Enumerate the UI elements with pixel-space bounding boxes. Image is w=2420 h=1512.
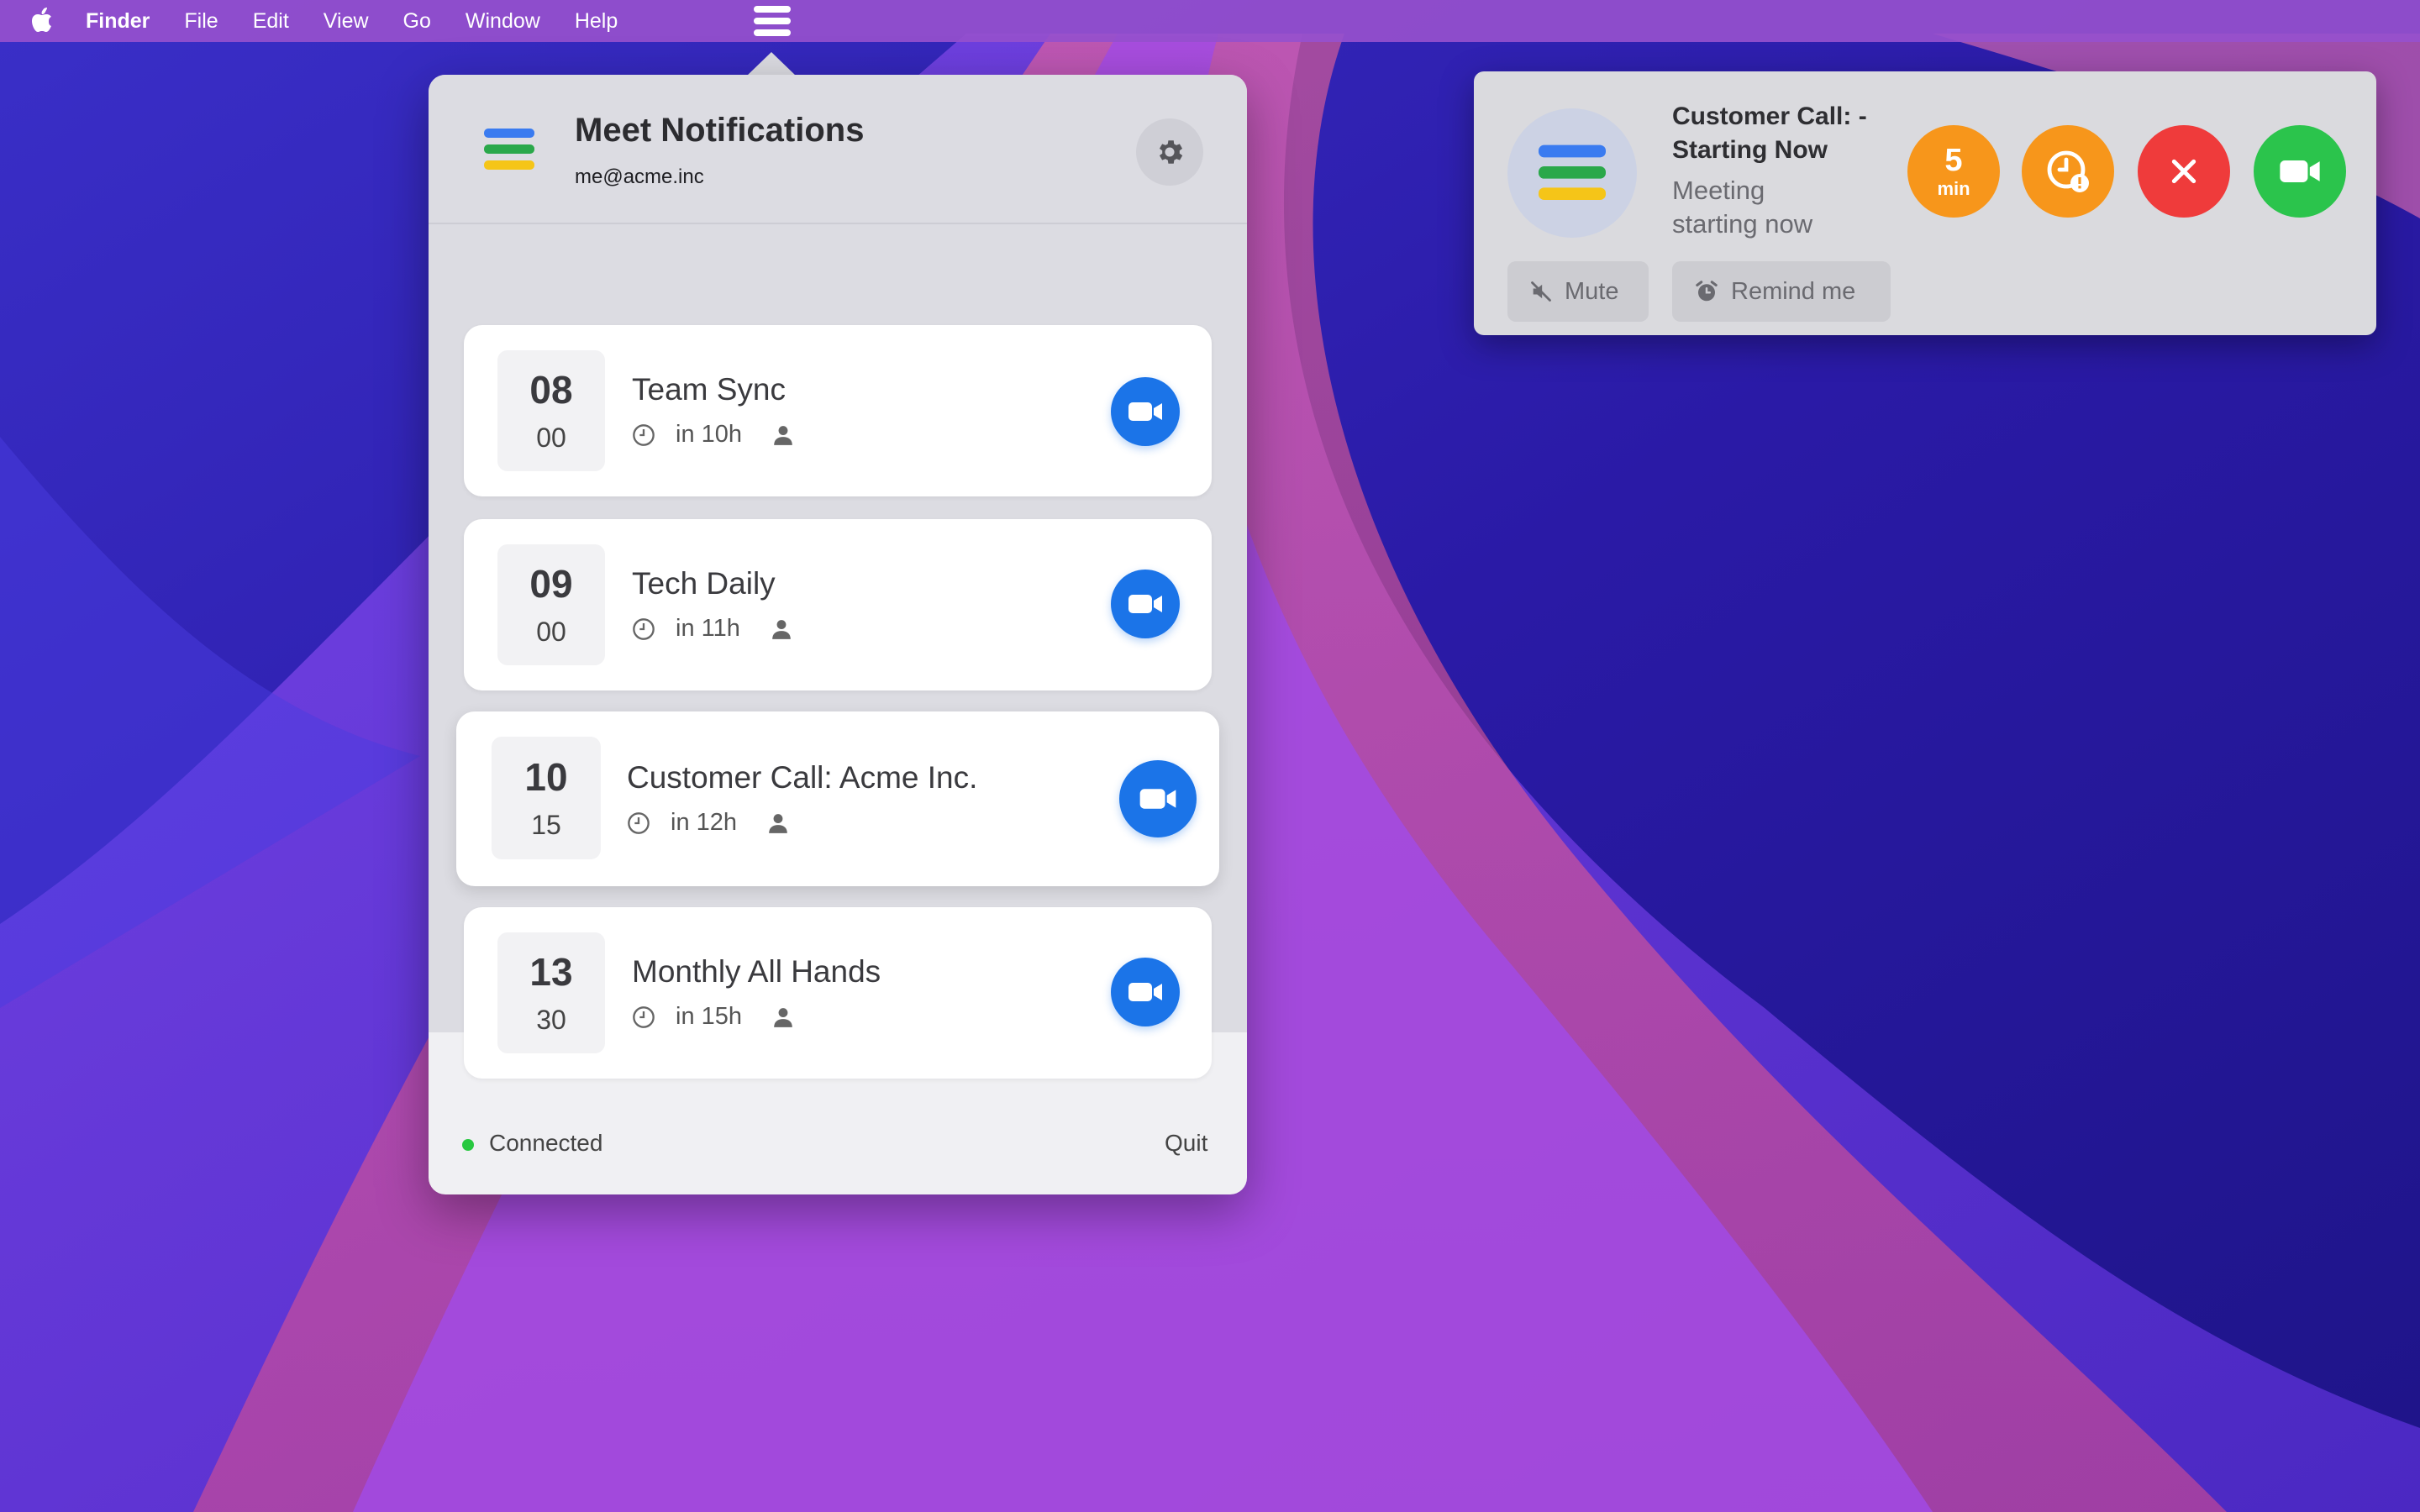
menu-window[interactable]: Window	[466, 9, 540, 34]
app-title: Meet Notifications	[575, 112, 865, 149]
video-camera-icon	[1128, 595, 1162, 613]
meeting-time-box: 09 00	[497, 544, 605, 665]
snooze-until-start-button[interactable]	[2022, 125, 2114, 218]
meeting-card-team-sync[interactable]: 08 00 Team Sync in 10h	[464, 325, 1212, 496]
close-icon	[2171, 159, 2196, 184]
settings-button[interactable]	[1136, 118, 1203, 186]
tray-hamburger-icon[interactable]	[750, 3, 794, 39]
person-icon	[769, 813, 787, 833]
app-logo-icon	[1539, 144, 1606, 200]
menu-app-name[interactable]: Finder	[86, 9, 150, 34]
snooze-unit: min	[1937, 178, 1970, 199]
meeting-meta: in 10h	[632, 421, 794, 449]
meeting-time-box: 10 15	[492, 737, 601, 859]
person-icon	[772, 619, 791, 639]
join-meeting-button[interactable]	[2254, 125, 2346, 218]
join-video-button[interactable]	[1111, 377, 1180, 446]
meeting-hour: 08	[529, 368, 573, 412]
join-video-button[interactable]	[1119, 760, 1197, 837]
connection-status-dot	[462, 1139, 474, 1151]
mute-label: Mute	[1565, 277, 1619, 305]
video-camera-icon	[2280, 160, 2320, 182]
video-camera-icon	[1139, 789, 1176, 809]
meeting-minute: 00	[536, 617, 566, 647]
clock-alert-icon	[2047, 150, 2089, 192]
meeting-title: Team Sync	[632, 372, 786, 407]
menu-file[interactable]: File	[184, 9, 218, 34]
meeting-meta: in 12h	[627, 809, 789, 837]
snooze-5-min-button[interactable]: 5 min	[1907, 125, 2000, 218]
dismiss-button[interactable]	[2138, 125, 2230, 218]
meeting-time-box: 08 00	[497, 350, 605, 471]
join-video-button[interactable]	[1111, 958, 1180, 1026]
popover-header: Meet Notifications me@acme.inc	[429, 75, 1247, 224]
menu-edit[interactable]: Edit	[253, 9, 289, 34]
clock-icon	[628, 811, 650, 834]
meeting-minute: 00	[536, 423, 566, 453]
popover-arrow	[746, 52, 797, 76]
meeting-list: 08 00 Team Sync in 10h 09 00 Tech Daily	[429, 224, 1247, 1079]
meeting-card-customer-call[interactable]: 10 15 Customer Call: Acme Inc. in 12h	[456, 711, 1219, 886]
person-icon	[774, 425, 792, 445]
clock-icon	[633, 423, 655, 446]
app-logo-icon	[484, 129, 534, 170]
notification-title: Customer Call: - Starting Now	[1672, 102, 1867, 164]
person-icon	[774, 1007, 792, 1027]
notification-app-logo	[1507, 108, 1637, 238]
clock-icon	[633, 617, 655, 640]
meeting-relative-time: in 12h	[671, 809, 738, 836]
menu-bar: Finder File Edit View Go Window Help	[0, 0, 2420, 42]
meeting-relative-time: in 10h	[676, 421, 743, 448]
menu-go[interactable]: Go	[403, 9, 431, 34]
remind-me-button[interactable]: Remind me	[1672, 261, 1891, 322]
meeting-minute: 30	[536, 1005, 566, 1035]
meeting-notification[interactable]: Customer Call: - Starting Now Meeting st…	[1474, 71, 2376, 335]
meeting-title: Tech Daily	[632, 566, 776, 601]
meeting-meta: in 11h	[632, 615, 792, 643]
remind-me-label: Remind me	[1731, 277, 1856, 305]
meeting-hour: 13	[529, 950, 573, 994]
apple-icon[interactable]	[30, 5, 57, 35]
notification-subtitle: Meeting starting now	[1672, 176, 1813, 239]
meeting-title: Customer Call: Acme Inc.	[627, 760, 978, 795]
mute-button[interactable]: Mute	[1507, 261, 1649, 322]
meeting-meta: in 15h	[632, 1003, 794, 1031]
snooze-value: 5	[1944, 143, 1963, 178]
meeting-hour: 10	[524, 755, 568, 799]
alarm-clock-icon	[1696, 281, 1718, 302]
account-email: me@acme.inc	[575, 165, 704, 188]
meeting-hour: 09	[529, 562, 573, 606]
popover-footer: Connected Quit	[429, 1032, 1247, 1194]
clock-icon	[633, 1005, 655, 1028]
video-camera-icon	[1128, 402, 1162, 421]
speaker-mute-icon	[1531, 281, 1551, 302]
meet-popover: Meet Notifications me@acme.inc 08 00 Tea…	[429, 75, 1247, 1194]
menu-help[interactable]: Help	[575, 9, 618, 34]
meeting-relative-time: in 15h	[676, 1003, 743, 1030]
video-camera-icon	[1128, 983, 1162, 1001]
connection-status: Connected	[489, 1130, 603, 1156]
quit-button[interactable]: Quit	[1165, 1130, 1207, 1157]
meeting-title: Monthly All Hands	[632, 954, 881, 989]
meeting-relative-time: in 11h	[676, 615, 740, 642]
join-video-button[interactable]	[1111, 570, 1180, 638]
meeting-minute: 15	[531, 810, 561, 840]
menu-view[interactable]: View	[324, 9, 369, 34]
gear-icon	[1159, 140, 1183, 164]
meeting-card-tech-daily[interactable]: 09 00 Tech Daily in 11h	[464, 519, 1212, 690]
